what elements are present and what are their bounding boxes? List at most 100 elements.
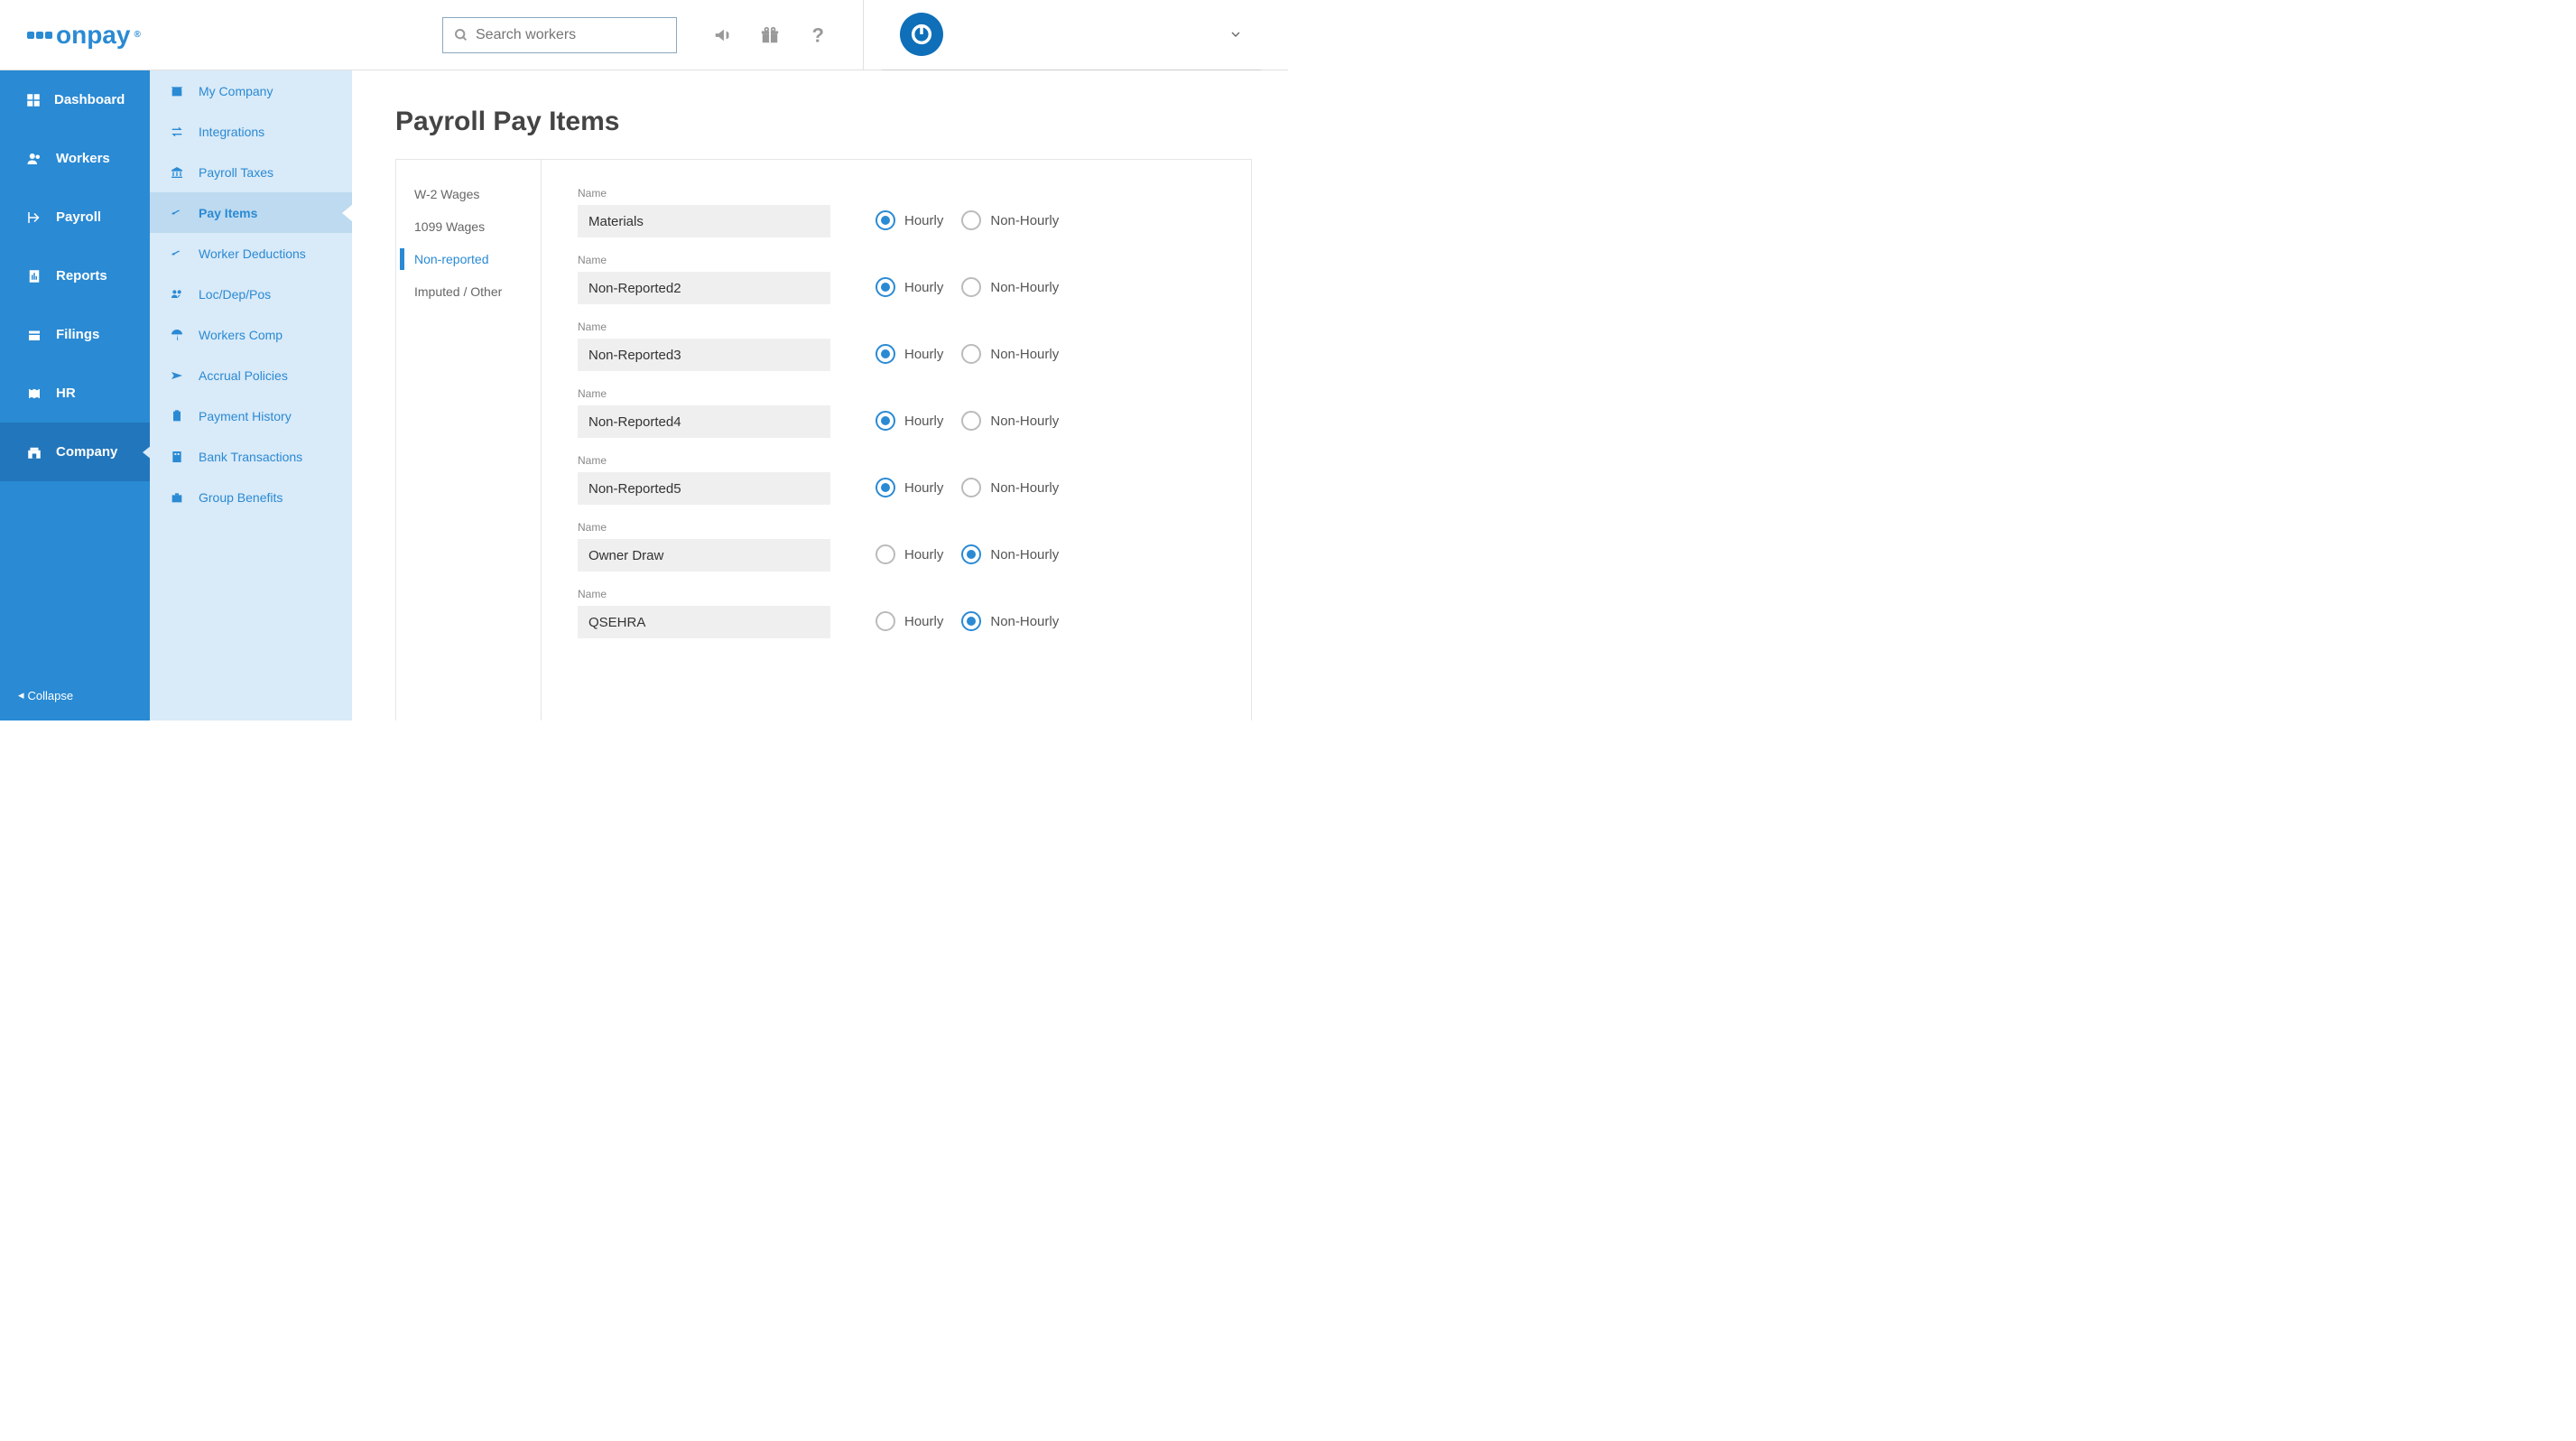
announcements-icon[interactable] <box>713 25 733 45</box>
collapse-button[interactable]: ◂ Collapse <box>0 670 150 720</box>
clipboard-icon <box>170 409 186 423</box>
sidebar-sub: My Company Integrations Payroll Taxes Pa… <box>150 70 352 720</box>
search-box[interactable] <box>442 17 677 53</box>
form-area: Name Hourly Non-Hourly Name Hourly Non-Hourly… <box>541 160 1251 720</box>
radio-hourly[interactable] <box>876 411 895 431</box>
radio-hourly[interactable] <box>876 478 895 497</box>
sidebar-item-dashboard[interactable]: Dashboard <box>0 70 150 129</box>
subnav-accrual-policies[interactable]: Accrual Policies <box>150 355 352 395</box>
radio-non-hourly[interactable] <box>961 210 981 230</box>
pay-item-row: NameHourlyNon-Hourly <box>578 321 1215 371</box>
store-icon <box>170 84 186 98</box>
radio-hourly[interactable] <box>876 344 895 364</box>
subnav-integrations[interactable]: Integrations <box>150 111 352 152</box>
pay-item-row: NameHourlyNon-Hourly <box>578 588 1215 638</box>
nav-label: Accrual Policies <box>199 368 288 383</box>
pay-item-row: NameHourlyNon-Hourly <box>578 254 1215 304</box>
name-input[interactable] <box>578 339 830 371</box>
hr-icon <box>25 385 43 403</box>
subnav-my-company[interactable]: My Company <box>150 70 352 111</box>
subnav-loc-dep-pos[interactable]: Loc/Dep/Pos <box>150 274 352 314</box>
nav-label: Dashboard <box>54 92 125 107</box>
pay-icon <box>170 206 186 220</box>
radio-label: Non-Hourly <box>990 414 1059 429</box>
subnav-payroll-taxes[interactable]: Payroll Taxes <box>150 152 352 192</box>
radio-hourly[interactable] <box>876 611 895 631</box>
nav-label: My Company <box>199 84 273 98</box>
radio-label: Hourly <box>904 547 943 562</box>
radio-label: Non-Hourly <box>990 480 1059 496</box>
subnav-workers-comp[interactable]: Workers Comp <box>150 314 352 355</box>
radio-non-hourly[interactable] <box>961 411 981 431</box>
nav-label: HR <box>56 386 76 401</box>
nav-label: Worker Deductions <box>199 246 306 261</box>
help-icon[interactable]: ? <box>807 25 827 45</box>
nav-label: Pay Items <box>199 206 257 220</box>
svg-text:?: ? <box>812 25 824 45</box>
dashboard-icon <box>25 91 42 109</box>
subnav-group-benefits[interactable]: Group Benefits <box>150 477 352 517</box>
sidebar-item-hr[interactable]: HR <box>0 364 150 423</box>
sidebar-item-reports[interactable]: Reports <box>0 246 150 305</box>
building-icon <box>170 450 186 464</box>
radio-label: Non-Hourly <box>990 213 1059 228</box>
reports-icon <box>25 267 43 285</box>
tabs-side: W-2 Wages 1099 Wages Non-reported Impute… <box>396 160 541 720</box>
name-input[interactable] <box>578 405 830 438</box>
bank-icon <box>170 165 186 180</box>
pay-item-row: NameHourlyNon-Hourly <box>578 454 1215 505</box>
radio-non-hourly[interactable] <box>961 344 981 364</box>
radio-hourly[interactable] <box>876 544 895 564</box>
logo[interactable]: onpay® <box>27 21 141 50</box>
name-input[interactable] <box>578 606 830 638</box>
plane-icon <box>170 368 186 383</box>
tab-w2-wages[interactable]: W-2 Wages <box>400 178 537 210</box>
content: Payroll Pay Items W-2 Wages 1099 Wages N… <box>352 70 1288 720</box>
nav-label: Company <box>56 444 117 460</box>
name-label: Name <box>578 387 830 400</box>
name-input[interactable] <box>578 539 830 572</box>
radio-label: Non-Hourly <box>990 280 1059 295</box>
nav-label: Workers <box>56 151 110 166</box>
radio-label: Hourly <box>904 347 943 362</box>
nav-label: Workers Comp <box>199 328 283 342</box>
name-input[interactable] <box>578 472 830 505</box>
search-input[interactable] <box>476 27 665 43</box>
umbrella-icon <box>170 328 186 342</box>
sidebar-item-filings[interactable]: Filings <box>0 305 150 364</box>
radio-non-hourly[interactable] <box>961 611 981 631</box>
swap-icon <box>170 125 186 139</box>
sidebar-item-workers[interactable]: Workers <box>0 129 150 188</box>
name-input[interactable] <box>578 205 830 237</box>
logo-text: onpay <box>56 21 130 50</box>
header: onpay® ? <box>0 0 1288 70</box>
name-label: Name <box>578 521 830 534</box>
radio-non-hourly[interactable] <box>961 544 981 564</box>
subnav-payment-history[interactable]: Payment History <box>150 395 352 436</box>
radio-hourly[interactable] <box>876 210 895 230</box>
tab-imputed-other[interactable]: Imputed / Other <box>400 275 537 308</box>
radio-label: Hourly <box>904 213 943 228</box>
sidebar-item-payroll[interactable]: Payroll <box>0 188 150 246</box>
nav-label: Filings <box>56 327 99 342</box>
account-menu[interactable] <box>882 0 1261 70</box>
subnav-worker-deductions[interactable]: Worker Deductions <box>150 233 352 274</box>
subnav-pay-items[interactable]: Pay Items <box>150 192 352 233</box>
deduct-icon <box>170 246 186 261</box>
radio-non-hourly[interactable] <box>961 478 981 497</box>
pay-item-row: Name Hourly Non-Hourly <box>578 387 1215 438</box>
header-icons: ? <box>713 25 827 45</box>
subnav-bank-transactions[interactable]: Bank Transactions <box>150 436 352 477</box>
radio-label: Hourly <box>904 414 943 429</box>
search-icon <box>454 28 468 42</box>
radio-hourly[interactable] <box>876 277 895 297</box>
sidebar-item-company[interactable]: Company <box>0 423 150 481</box>
nav-label: Bank Transactions <box>199 450 302 464</box>
gift-icon[interactable] <box>760 25 780 45</box>
name-label: Name <box>578 254 830 266</box>
radio-non-hourly[interactable] <box>961 277 981 297</box>
tab-non-reported[interactable]: Non-reported <box>400 243 537 275</box>
name-input[interactable] <box>578 272 830 304</box>
pay-item-row: NameHourlyNon-Hourly <box>578 521 1215 572</box>
tab-1099-wages[interactable]: 1099 Wages <box>400 210 537 243</box>
